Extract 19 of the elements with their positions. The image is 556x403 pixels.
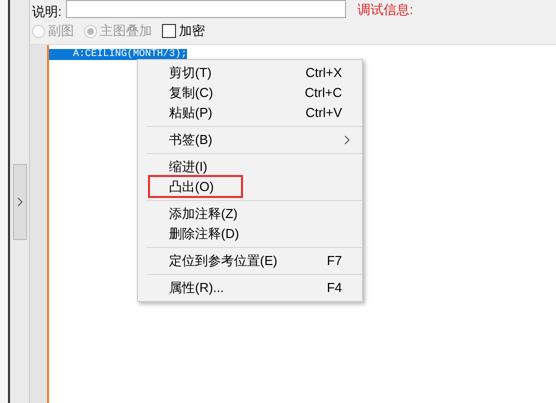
debug-info-label: 调试信息:	[358, 1, 414, 19]
description-field[interactable]	[66, 0, 346, 18]
menu-item[interactable]: 属性(R)... F4	[147, 278, 362, 298]
menu-item[interactable]: 添加注释(Z)	[147, 204, 362, 224]
expand-panel-button[interactable]	[12, 164, 26, 240]
radio-label: 主图叠加	[100, 22, 152, 40]
chevron-right-icon	[16, 196, 22, 206]
menu-item[interactable]: 凸出(O)	[147, 177, 362, 197]
menu-item[interactable]: 剪切(T) Ctrl+X	[138, 63, 362, 83]
description-label: 说明:	[32, 3, 62, 21]
menu-item[interactable]: 定位到参考位置(E) F7	[147, 251, 362, 271]
menu-item[interactable]: 书签(B)	[147, 130, 362, 150]
menu-item[interactable]: 复制(C) Ctrl+C	[138, 83, 362, 103]
checkbox[interactable]	[162, 24, 176, 38]
menu-item[interactable]: 缩进(I)	[147, 157, 362, 177]
checkbox-label: 加密	[179, 22, 205, 40]
radio-label: 副图	[48, 22, 74, 40]
menu-item[interactable]: 删除注释(D)	[147, 224, 362, 244]
menu-item[interactable]: 粘贴(P) Ctrl+V	[138, 103, 362, 123]
